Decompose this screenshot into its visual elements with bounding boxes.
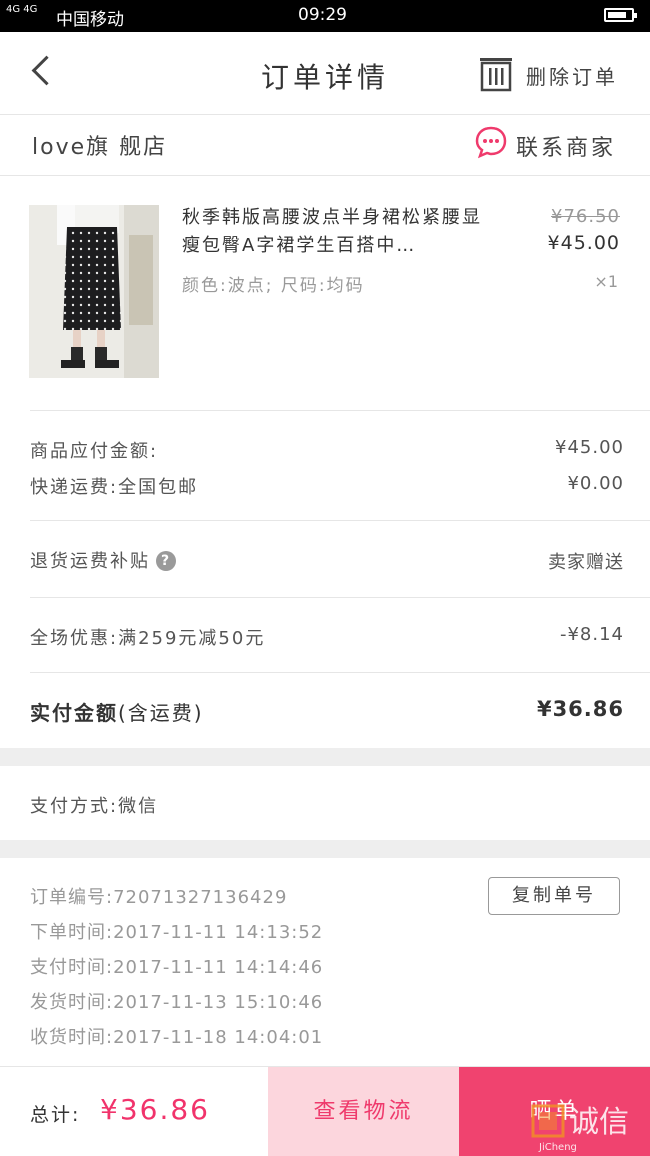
shipping-value: ¥0.00 xyxy=(567,473,624,494)
order-number: 订单编号:720713271364​29 xyxy=(30,887,288,908)
watermark-text: 诚信 xyxy=(569,1105,629,1140)
help-icon[interactable]: ? xyxy=(156,551,176,571)
watermark-subtext: JiCheng xyxy=(538,1142,577,1153)
shop-bar: love旗 舰店 联系商家 xyxy=(0,115,650,176)
product-quantity: ×1 xyxy=(594,272,618,291)
contact-seller-button[interactable]: 联系商家 xyxy=(474,125,634,165)
battery-icon xyxy=(604,8,637,22)
carrier-name: 中国移动 xyxy=(56,10,124,30)
discount-value: -¥8.14 xyxy=(559,624,624,645)
view-logistics-button[interactable]: 查看物流 xyxy=(268,1067,459,1156)
product-photo xyxy=(29,205,159,378)
payment-method: 支付方式:微信 xyxy=(30,796,159,817)
copy-order-number-button[interactable]: 复制单号 xyxy=(488,877,620,915)
contact-seller-label: 联系商家 xyxy=(516,136,617,161)
product-price: ¥45.00 xyxy=(547,232,620,254)
total-label: 总计: xyxy=(30,1104,81,1126)
return-subsidy-label: 退货运费补贴 xyxy=(30,551,150,572)
discount-label: 全场优惠:满259元减50元 xyxy=(30,628,266,649)
original-price: ¥76.50 xyxy=(551,206,620,227)
shop-name[interactable]: love旗 舰店 xyxy=(32,129,167,161)
product-title: 秋季韩版高腰波点半身裙松紧腰显瘦包臀A字裙学生百搭中… xyxy=(182,207,482,256)
total-value: ¥36.86 xyxy=(100,1093,210,1126)
paid-amount-label: 实付金额(含运费) xyxy=(30,697,204,726)
divider xyxy=(30,520,650,521)
received-time: 收货时间:2017-11-18 14:04:01 xyxy=(30,1027,324,1048)
paid-amount-value: ¥36.86 xyxy=(536,697,624,721)
status-bar: 4G 4G 中国移动 09:29 xyxy=(0,0,650,32)
product-sku: 颜色:波点; 尺码:均码 xyxy=(182,276,365,296)
clock: 09:29 xyxy=(298,5,347,25)
delete-order-label: 删除订单 xyxy=(526,65,618,89)
return-subsidy-value: 卖家赠送 xyxy=(548,552,624,573)
order-placed-time: 下单时间:2017-11-11 14:13:52 xyxy=(30,922,324,943)
shipping-time: 发货时间:2017-11-13 15:10:46 xyxy=(30,992,324,1013)
paid-amount-label-bold: 实付金额 xyxy=(30,701,118,725)
section-gap xyxy=(0,840,650,858)
paid-amount-label-suffix: (含运费) xyxy=(118,701,204,725)
signal-indicator: 4G 4G xyxy=(6,4,38,15)
goods-amount-value: ¥45.00 xyxy=(555,437,624,458)
divider xyxy=(30,410,650,411)
payment-time: 支付时间:2017-11-11 14:14:46 xyxy=(30,957,324,978)
delete-order-button[interactable]: 删除订单 xyxy=(478,54,628,94)
section-gap xyxy=(0,748,650,766)
product-item[interactable]: 秋季韩版高腰波点半身裙松紧腰显瘦包臀A字裙学生百搭中… 颜色:波点; 尺码:均码… xyxy=(0,176,650,410)
nav-bar: 订单详情 删除订单 xyxy=(0,32,650,115)
divider xyxy=(30,597,650,598)
goods-amount-label: 商品应付金额: xyxy=(30,441,159,462)
shipping-label: 快递运费:全国包邮 xyxy=(30,477,199,498)
trash-icon xyxy=(480,58,512,92)
watermark-logo: 诚信 JiCheng xyxy=(531,1104,629,1153)
divider xyxy=(30,672,650,673)
chat-icon xyxy=(475,126,507,159)
return-subsidy-row: 退货运费补贴? xyxy=(30,547,176,573)
product-thumbnail xyxy=(29,205,159,378)
